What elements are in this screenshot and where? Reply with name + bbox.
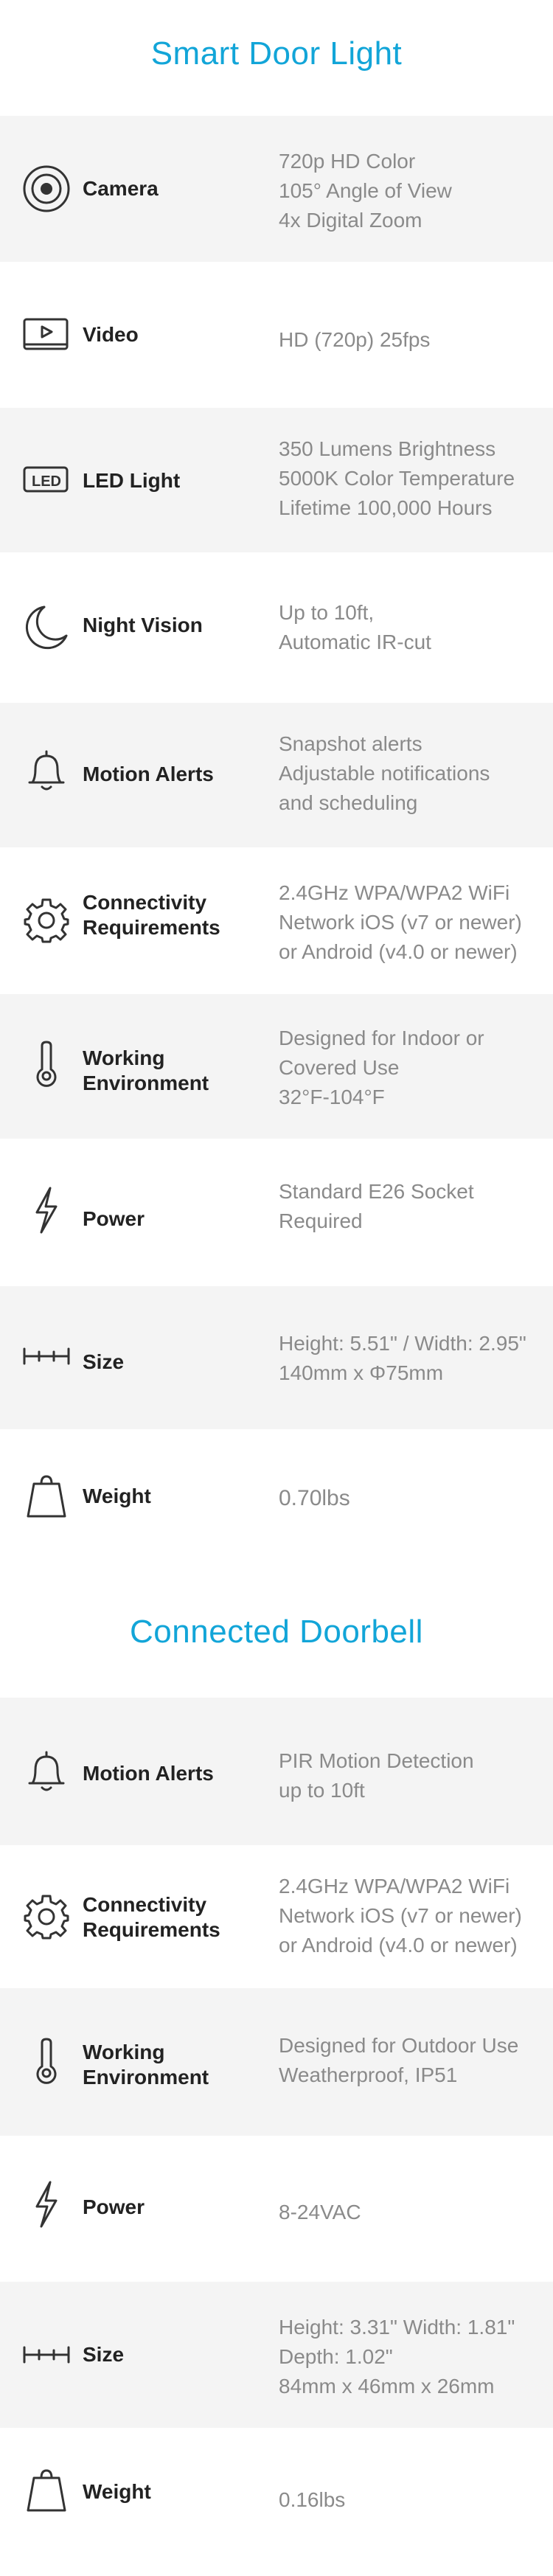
weight-icon <box>22 1472 71 1521</box>
spec-value: Up to 10ft, Automatic IR-cut <box>279 601 431 653</box>
spec-row-size-2: Size Height: 3.31" Width: 1.81" Depth: 1.… <box>0 2282 553 2428</box>
spec-label: Night Vision <box>83 614 203 636</box>
gear-icon <box>22 1892 71 1941</box>
spec-value: Snapshot alerts Adjustable notifications a… <box>279 732 490 814</box>
spec-page: Smart Door Light Camera 720p HD Color 105… <box>0 0 553 2576</box>
section-title-smart-door-light: Smart Door Light <box>150 35 403 72</box>
spec-row-weight: Weight 0.70lbs <box>0 1429 553 1569</box>
gear-icon <box>22 896 71 945</box>
spec-value: Height: 3.31" Width: 1.81" Depth: 1.02" 84… <box>279 2316 515 2398</box>
spec-row-night-vision: Night Vision Up to 10ft, Automatic IR-cut <box>0 552 553 703</box>
thermometer-icon <box>22 2037 71 2086</box>
spec-label: Weight <box>83 2480 151 2503</box>
spec-label: Power <box>83 1207 145 1230</box>
spec-value: 350 Lumens Brightness 5000K Color Tempera… <box>279 437 515 519</box>
spec-row-power-2: Power 8-24VAC <box>0 2136 553 2282</box>
bell-icon <box>22 1748 71 1796</box>
spec-label: Size <box>83 1350 125 1373</box>
spec-label: Power <box>83 2195 145 2218</box>
spec-value: 720p HD Color 105° Angle of View 4x Digita… <box>279 150 452 232</box>
camera-icon <box>22 164 71 213</box>
spec-value: 2.4GHz WPA/WPA2 WiFi Network iOS (v7 or n… <box>279 1875 522 1957</box>
spec-value: Standard E26 Socket Required <box>279 1180 474 1232</box>
spec-label: LED Light <box>83 469 181 492</box>
spec-row-camera: Camera 720p HD Color 105° Angle of View 4x… <box>0 116 553 262</box>
spec-row-connectivity: Connectivity Requirements 2.4GHz WPA/WPA2… <box>0 847 553 994</box>
ruler-icon <box>22 1332 71 1381</box>
ruler-icon <box>22 2330 71 2379</box>
spec-label: Video <box>83 323 139 346</box>
led-icon: LED <box>22 455 71 504</box>
spec-value: PIR Motion Detection up to 10ft <box>279 1749 474 1802</box>
lightning-icon <box>22 1186 71 1235</box>
spec-row-working-environment: Working Environment Designed for Indoor o… <box>0 994 553 1139</box>
spec-value: HD (720p) 25fps <box>279 328 431 351</box>
bell-icon <box>22 747 71 796</box>
spec-value: 0.70lbs <box>279 1486 350 1510</box>
svg-text:LED: LED <box>32 473 61 490</box>
spec-label: Connectivity Requirements <box>83 891 220 939</box>
section-title-connected-doorbell: Connected Doorbell <box>130 1614 423 1650</box>
spec-row-video: Video HD (720p) 25fps <box>0 262 553 408</box>
spec-label: Working Environment <box>83 1046 209 1094</box>
spec-label: Camera <box>83 177 159 200</box>
lightning-icon <box>22 2180 71 2229</box>
spec-value: Designed for Outdoor Use Weatherproof, IP… <box>279 2034 519 2086</box>
spec-label: Size <box>83 2343 125 2366</box>
spec-value: 2.4GHz WPA/WPA2 WiFi Network iOS (v7 or n… <box>279 881 522 963</box>
spec-label: Motion Alerts <box>83 1762 214 1785</box>
spec-label: Working Environment <box>83 2041 209 2089</box>
moon-icon <box>22 603 71 652</box>
spec-label: Connectivity Requirements <box>83 1893 220 1941</box>
spec-value: Height: 5.51" / Width: 2.95" 140mm x Φ75m… <box>279 1332 526 1384</box>
thermometer-icon <box>22 1040 71 1089</box>
spec-row-power: Power Standard E26 Socket Required <box>0 1139 553 1286</box>
video-icon <box>22 310 71 359</box>
spec-row-working-environment-2: Working Environment Designed for Outdoor … <box>0 1988 553 2136</box>
spec-row-weight-2: Weight 0.16lbs <box>0 2428 553 2568</box>
spec-row-size: Size Height: 5.51" / Width: 2.95" 140mm x… <box>0 1286 553 1429</box>
spec-row-motion-alerts-2: Motion Alerts PIR Motion Detection up to … <box>0 1698 553 1845</box>
spec-label: Motion Alerts <box>83 763 214 785</box>
weight-icon <box>22 2466 71 2515</box>
spec-value: 0.16lbs <box>279 2488 346 2511</box>
spec-value: 8-24VAC <box>279 2201 361 2223</box>
spec-row-led-light: LED LED Light 350 Lumens Brightness 5000K… <box>0 408 553 552</box>
spec-label: Weight <box>83 1485 151 1507</box>
spec-row-connectivity-2: Connectivity Requirements 2.4GHz WPA/WPA2… <box>0 1845 553 1988</box>
spec-value: Designed for Indoor or Covered Use 32°F-10… <box>279 1027 484 1108</box>
spec-row-motion-alerts: Motion Alerts Snapshot alerts Adjustable … <box>0 703 553 847</box>
